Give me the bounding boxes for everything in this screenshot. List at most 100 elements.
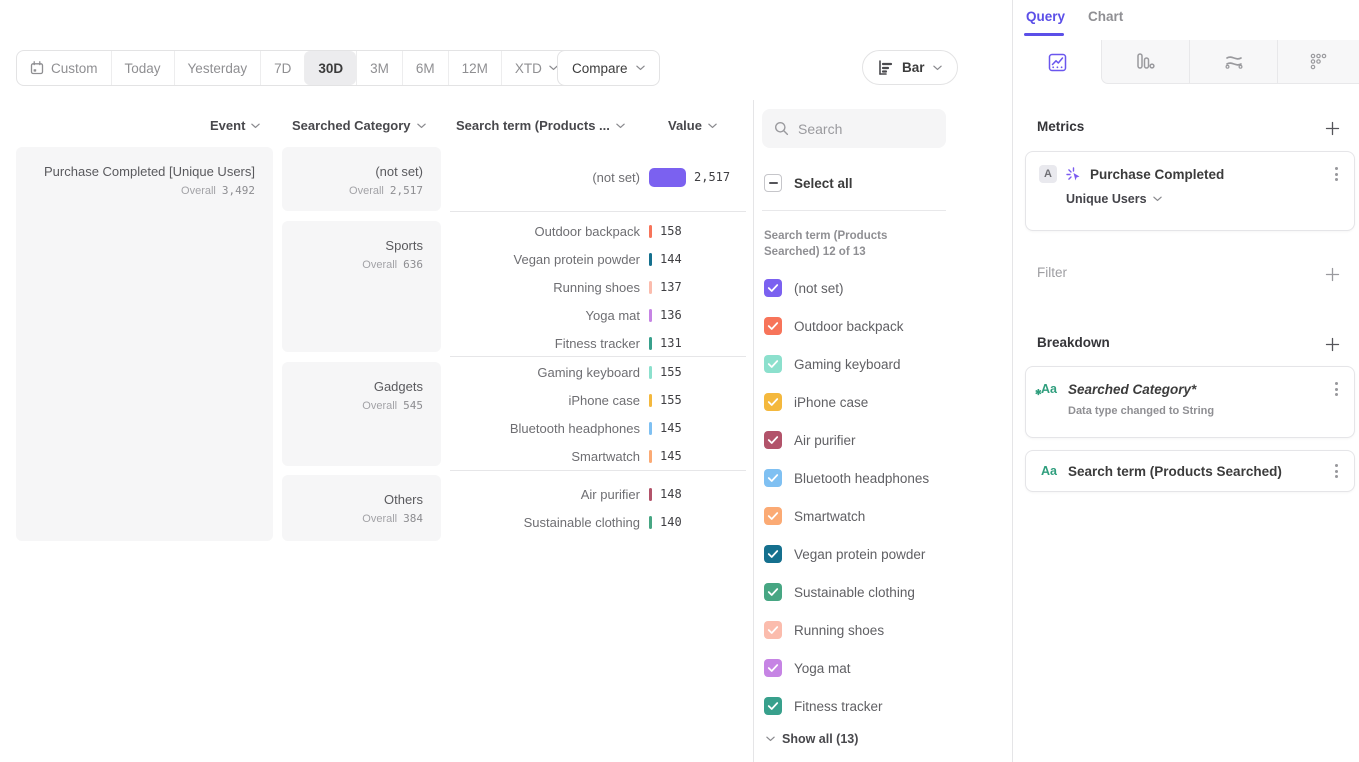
date-range-control: Custom Today Yesterday 7D 30D 3M 6M 12M … <box>16 50 572 86</box>
date-range-30d[interactable]: 30D <box>304 51 356 85</box>
item-checkbox[interactable] <box>764 697 782 715</box>
category-cell[interactable]: (not set) Overall2,517 <box>282 147 441 211</box>
chevron-down-icon <box>708 123 717 129</box>
breakdown-header: Breakdown <box>1037 335 1110 350</box>
insights-icon <box>1048 53 1067 72</box>
event-cell[interactable]: Purchase Completed [Unique Users] Overal… <box>16 147 273 541</box>
term-row[interactable]: iPhone case 155 <box>450 386 746 414</box>
term-row[interactable]: (not set) 2,517 <box>450 163 746 191</box>
column-header-value[interactable]: Value <box>668 118 717 133</box>
value-bar <box>649 253 652 266</box>
term-row[interactable]: Sustainable clothing 140 <box>450 508 746 536</box>
legend-item[interactable]: Air purifier <box>764 421 954 459</box>
item-checkbox[interactable] <box>764 469 782 487</box>
value-bar <box>649 168 686 187</box>
item-checkbox[interactable] <box>764 659 782 677</box>
tab-insights[interactable] <box>1013 40 1101 84</box>
string-property-icon: Aa✱ <box>1039 381 1059 397</box>
column-header-searched-category[interactable]: Searched Category <box>292 118 426 133</box>
breakdown-card[interactable]: Aa Search term (Products Searched) <box>1025 450 1355 492</box>
legend-item[interactable]: Vegan protein powder <box>764 535 954 573</box>
column-header-search-term[interactable]: Search term (Products ... <box>456 118 625 133</box>
check-icon <box>767 397 779 407</box>
breakdown-note: Data type changed to String <box>1026 398 1354 417</box>
date-range-7d[interactable]: 7D <box>260 51 304 85</box>
item-checkbox[interactable] <box>764 431 782 449</box>
term-row[interactable]: Air purifier 148 <box>450 480 746 508</box>
date-range-6m[interactable]: 6M <box>402 51 448 85</box>
kebab-menu-icon[interactable] <box>1331 165 1342 183</box>
legend-item[interactable]: Bluetooth headphones <box>764 459 954 497</box>
chart-type-selector[interactable]: Bar <box>862 50 958 85</box>
tab-flows[interactable] <box>1189 40 1277 84</box>
item-checkbox[interactable] <box>764 545 782 563</box>
calendar-icon <box>30 61 44 75</box>
kebab-menu-icon[interactable] <box>1331 380 1342 398</box>
add-breakdown-button[interactable] <box>1322 334 1342 354</box>
legend-item[interactable]: iPhone case <box>764 383 954 421</box>
item-checkbox[interactable] <box>764 279 782 297</box>
legend-search[interactable] <box>762 109 946 148</box>
compare-button[interactable]: Compare <box>557 50 660 86</box>
term-row[interactable]: Outdoor backpack 158 <box>450 217 746 245</box>
category-cell[interactable]: Others Overall384 <box>282 475 441 541</box>
term-row[interactable]: Yoga mat 136 <box>450 301 746 329</box>
check-icon <box>767 359 779 369</box>
select-all-row[interactable]: Select all <box>764 174 853 192</box>
legend-list-label: Search term (Products Searched) 12 of 13 <box>764 228 934 260</box>
category-cell[interactable]: Gadgets Overall545 <box>282 362 441 466</box>
retention-icon <box>1309 52 1328 71</box>
metric-measure-selector[interactable]: Unique Users <box>1026 183 1354 206</box>
string-property-icon: Aa <box>1039 463 1059 479</box>
tab-retention[interactable] <box>1277 40 1359 84</box>
term-row[interactable]: Bluetooth headphones 145 <box>450 414 746 442</box>
select-all-checkbox[interactable] <box>764 174 782 192</box>
date-range-custom[interactable]: Custom <box>17 51 111 85</box>
show-all-toggle[interactable]: Show all (13) <box>766 732 858 746</box>
term-row[interactable]: Smartwatch 145 <box>450 442 746 470</box>
legend-item[interactable]: Outdoor backpack <box>764 307 954 345</box>
flows-icon <box>1224 52 1244 71</box>
search-input[interactable] <box>798 121 928 137</box>
legend-item[interactable]: Gaming keyboard <box>764 345 954 383</box>
item-checkbox[interactable] <box>764 317 782 335</box>
term-row[interactable]: Fitness tracker 131 <box>450 329 746 357</box>
filter-header: Filter <box>1037 265 1067 280</box>
item-checkbox[interactable] <box>764 355 782 373</box>
legend-item[interactable]: Fitness tracker <box>764 687 954 725</box>
date-range-yesterday[interactable]: Yesterday <box>174 51 261 85</box>
chevron-down-icon <box>417 123 426 129</box>
date-range-12m[interactable]: 12M <box>448 51 501 85</box>
legend-item[interactable]: Running shoes <box>764 611 954 649</box>
metric-card[interactable]: A Purchase Completed Unique Users <box>1025 151 1355 231</box>
item-checkbox[interactable] <box>764 621 782 639</box>
legend-item[interactable]: Smartwatch <box>764 497 954 535</box>
term-row[interactable]: Gaming keyboard 155 <box>450 358 746 386</box>
term-row[interactable]: Running shoes 137 <box>450 273 746 301</box>
group-divider <box>450 211 746 212</box>
date-range-3m[interactable]: 3M <box>356 51 402 85</box>
check-icon <box>767 701 779 711</box>
category-cell[interactable]: Sports Overall636 <box>282 221 441 352</box>
check-icon <box>767 321 779 331</box>
column-header-event[interactable]: Event <box>210 118 260 133</box>
legend-item[interactable]: (not set) <box>764 269 954 307</box>
date-range-today[interactable]: Today <box>111 51 174 85</box>
tab-funnels[interactable] <box>1101 40 1189 84</box>
term-row[interactable]: Vegan protein powder 144 <box>450 245 746 273</box>
tab-chart[interactable]: Chart <box>1088 9 1123 24</box>
legend-item[interactable]: Sustainable clothing <box>764 573 954 611</box>
tab-query[interactable]: Query <box>1026 9 1065 24</box>
check-icon <box>767 549 779 559</box>
report-type-tabs <box>1013 40 1359 84</box>
legend-item[interactable]: Yoga mat <box>764 649 954 687</box>
item-checkbox[interactable] <box>764 507 782 525</box>
item-checkbox[interactable] <box>764 583 782 601</box>
kebab-menu-icon[interactable] <box>1331 462 1342 480</box>
breakdown-card[interactable]: Aa✱ Searched Category* Data type changed… <box>1025 366 1355 438</box>
add-metric-button[interactable] <box>1322 118 1342 138</box>
chevron-down-icon <box>1153 196 1162 202</box>
item-checkbox[interactable] <box>764 393 782 411</box>
add-filter-button[interactable] <box>1322 264 1342 284</box>
plus-icon <box>1325 267 1340 282</box>
